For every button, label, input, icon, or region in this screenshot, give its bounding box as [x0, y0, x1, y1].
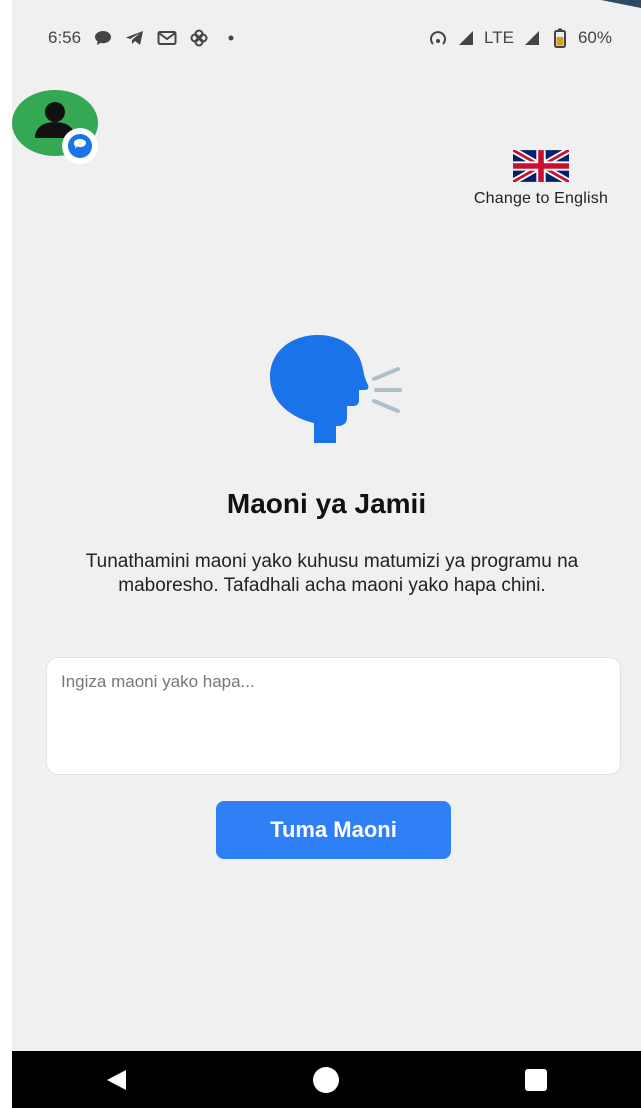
back-icon	[106, 1069, 126, 1090]
speaking-head-icon	[266, 335, 406, 445]
submit-feedback-button[interactable]: Tuma Maoni	[216, 801, 451, 859]
back-button[interactable]	[97, 1060, 137, 1100]
status-time: 6:56	[48, 28, 82, 47]
recents-icon	[525, 1068, 548, 1091]
battery-level: 60%	[577, 28, 612, 47]
feedback-input-container	[46, 657, 621, 775]
messages-badge	[62, 128, 98, 164]
uk-flag-icon	[513, 150, 569, 182]
change-language-button[interactable]: Change to English	[461, 150, 621, 208]
recents-button[interactable]	[516, 1060, 556, 1100]
chat-bubble-icon	[93, 28, 113, 48]
network-type: LTE	[484, 28, 514, 47]
change-language-label: Change to English	[473, 190, 609, 207]
signal-icon	[456, 28, 476, 48]
status-bar: 6:56 LTE 60%	[12, 18, 632, 58]
navigation-bar	[12, 1051, 641, 1108]
corner-decoration	[601, 0, 641, 8]
gmail-icon	[157, 28, 177, 48]
page-description: Tunathamini maoni yako kuhusu matumizi y…	[85, 551, 579, 596]
chat-head-bubble[interactable]	[12, 90, 98, 166]
app-screen: 6:56 LTE 60% Change to English Maoni ya …	[0, 0, 641, 1108]
signal-icon	[522, 28, 542, 48]
home-button[interactable]	[306, 1060, 346, 1100]
left-edge-strip	[0, 0, 12, 1108]
battery-icon	[550, 28, 570, 48]
status-bar-right: LTE 60%	[428, 28, 632, 48]
hotspot-icon	[428, 28, 448, 48]
telegram-icon	[125, 28, 145, 48]
message-icon	[68, 134, 92, 158]
status-bar-left: 6:56	[12, 28, 241, 48]
home-icon	[313, 1066, 340, 1093]
dot-icon	[221, 28, 241, 48]
page-title: Maoni ya Jamii	[226, 488, 427, 519]
feedback-input[interactable]	[47, 658, 620, 774]
pinwheel-icon	[189, 28, 209, 48]
